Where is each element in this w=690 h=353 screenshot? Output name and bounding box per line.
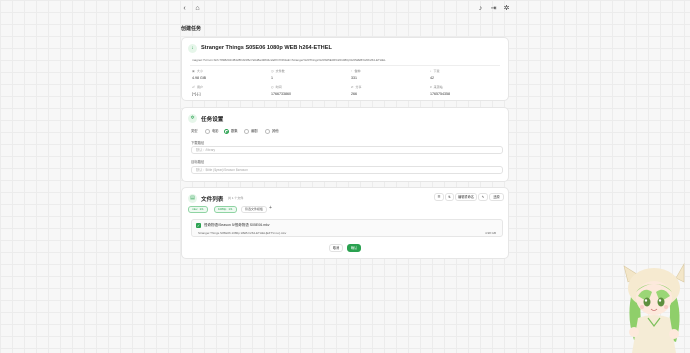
target-path-label: 目标路径 [191, 160, 205, 164]
file-count: 共 1 个文件 [228, 196, 244, 200]
rename-button[interactable]: 编辑重命名 [455, 193, 477, 201]
filter-button[interactable]: ☰ [434, 193, 444, 201]
radio-dot-selected [224, 128, 229, 134]
download-icon: ↓ [430, 69, 432, 73]
home-icon[interactable]: ⌂ [193, 4, 202, 13]
radio-dot [244, 128, 249, 134]
tag-1080p[interactable]: 1080p 1/1 [214, 206, 237, 213]
stat-seeders: ↑ 做种 331 [351, 69, 361, 80]
type-radio-other[interactable]: 其他 [265, 128, 279, 134]
seeders-icon: ↑ [351, 69, 353, 73]
target-path-input[interactable]: 默认：$title ($year)/Season $season [191, 166, 503, 174]
file-path: 怪奇物语/Season 5/怪奇物语 S05E06.mkv [204, 223, 270, 227]
peers-icon: ⇄ [351, 85, 354, 89]
filter-template-tag[interactable]: 筛选文件模板 [241, 206, 268, 213]
notification-icon[interactable]: ♪ [476, 4, 485, 13]
hash-icon: # [430, 85, 432, 89]
tracker-icon: ☍ [192, 85, 196, 89]
back-icon[interactable]: ‹ [180, 4, 189, 13]
file-item[interactable]: ✓ 怪奇物语/Season 5/怪奇物语 S05E06.mkv Stranger… [191, 219, 503, 237]
page-title: 创建任务 [181, 26, 202, 32]
file-list-title: 文件列表 [201, 197, 224, 203]
settings-title: 任务设置 [201, 117, 224, 123]
stat-user: ☍ 用户 [+]-[-] [192, 85, 204, 96]
mascot-illustration [623, 262, 685, 353]
radio-dot [265, 128, 270, 134]
cancel-button[interactable]: 取消 [329, 244, 343, 252]
settings-icon[interactable]: ✲ [502, 4, 511, 13]
files-icon: ◷ [271, 69, 274, 73]
torrent-icon: ↓ [188, 44, 197, 53]
add-tag-button[interactable]: + [269, 205, 272, 211]
sort-button[interactable]: ⇅ [445, 193, 454, 201]
confirm-button[interactable]: 确认 [347, 244, 361, 252]
radio-dot [205, 128, 210, 134]
edit-button[interactable]: ✎ [478, 193, 488, 201]
stat-size: ▣ 大小 4.98 GiB [192, 69, 206, 80]
torrent-name: Stranger Things S05E06 1080p WEB h264-ET… [201, 45, 332, 51]
checkbox-checked-icon[interactable]: ✓ [196, 223, 201, 228]
size-icon: ▣ [192, 69, 195, 73]
type-radio-tv[interactable]: 剧集 [224, 128, 238, 134]
file-size: 4.98 GB [484, 231, 496, 235]
stat-download: ↓ 下载 42 [430, 69, 440, 80]
type-label: 类型 [191, 129, 198, 133]
divider [190, 65, 500, 66]
reset-button[interactable]: 还原 [489, 193, 504, 201]
type-radio-anime[interactable]: 番剧 [244, 128, 258, 134]
type-radio-movie[interactable]: 电影 [205, 128, 219, 134]
date-icon: ◴ [271, 85, 274, 89]
stat-source: # 来源站 1765754358 [430, 85, 450, 96]
magnet-link: magnet:?xt=urn:btih:78982021f8428f1bf4f6… [192, 58, 386, 62]
logout-icon[interactable]: ⇥ [489, 4, 498, 13]
file-list-icon: ▤ [188, 194, 197, 203]
stat-share: ⇄ 分享 266 [351, 85, 362, 96]
stat-time: ◴ 时间 1766733860 [271, 85, 291, 96]
tag-mkv[interactable]: mkv 1/1 [188, 206, 208, 213]
stat-files: ◷ 文件数 1 [271, 69, 285, 80]
file-original-name: Stranger.Things.S05E06.1080p.WEB.h264-ET… [198, 231, 287, 235]
top-bar: ‹ ⌂ ♪ ⇥ ✲ [0, 0, 690, 18]
settings-gear-icon: ✲ [188, 114, 197, 123]
save-dir-label: 下载路径 [191, 141, 205, 145]
torrent-info-card: ↓ Stranger Things S05E06 1080p WEB h264-… [181, 37, 509, 101]
save-dir-input[interactable]: 默认：/library [191, 146, 503, 154]
